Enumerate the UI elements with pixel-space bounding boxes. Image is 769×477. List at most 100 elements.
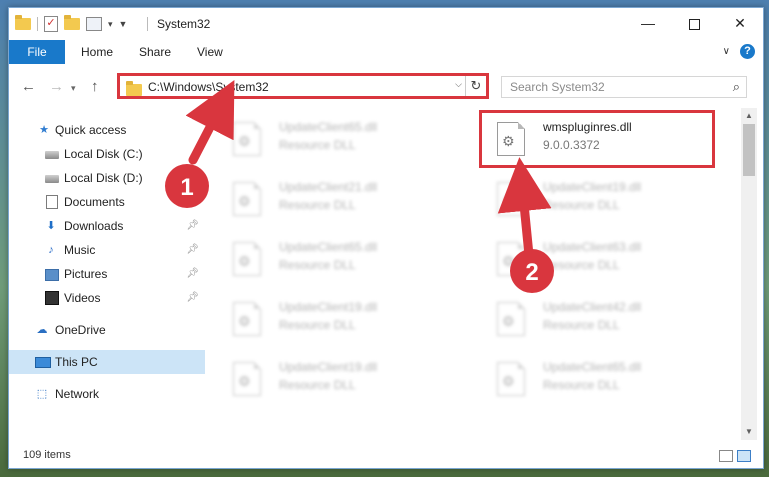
- file-name: UpdateClient19.dll: [543, 180, 642, 194]
- pin-icon[interactable]: 📌︎: [186, 214, 199, 238]
- file-description: Resource DLL: [279, 258, 356, 272]
- file-name: UpdateClient19.dll: [279, 360, 378, 374]
- dll-file-icon: ⚙: [497, 242, 525, 276]
- pin-icon[interactable]: 📌︎: [186, 286, 199, 310]
- tab-file[interactable]: File: [9, 40, 65, 64]
- file-description: Resource DLL: [543, 378, 620, 392]
- sidebar-item-label: Videos: [64, 291, 101, 305]
- maximize-icon: [688, 18, 700, 30]
- address-bar[interactable]: ⌵ ↻: [117, 73, 489, 99]
- file-item[interactable]: ⚙ UpdateClient65.dll Resource DLL: [215, 232, 451, 284]
- file-name: UpdateClient63.dll: [543, 240, 642, 254]
- this-pc-icon: [35, 357, 51, 368]
- disk-icon: [45, 151, 59, 159]
- up-arrow-icon[interactable]: ↑: [91, 78, 99, 95]
- dll-file-icon: ⚙: [497, 302, 525, 336]
- dll-file-icon: ⚙: [233, 122, 261, 156]
- expand-ribbon-icon[interactable]: ∨: [723, 46, 730, 57]
- music-icon: ♪: [48, 244, 54, 256]
- tab-share[interactable]: Share: [139, 40, 171, 64]
- view-toggle: [719, 450, 751, 462]
- maximize-button[interactable]: [671, 8, 717, 38]
- sidebar-item-pictures[interactable]: Pictures 📌︎: [9, 262, 205, 286]
- pictures-icon: [45, 269, 59, 281]
- pin-icon[interactable]: 📌︎: [186, 238, 199, 262]
- forward-arrow-icon[interactable]: →: [49, 78, 64, 95]
- sidebar-item-label: Network: [55, 387, 100, 401]
- sidebar-item-label: Downloads: [64, 219, 124, 233]
- search-box[interactable]: ⌕: [501, 76, 747, 98]
- file-item[interactable]: ⚙ UpdateClient63.dll Resource DLL: [479, 232, 715, 284]
- onedrive-icon: ☁: [36, 324, 48, 336]
- properties-check-icon[interactable]: ✓: [44, 16, 58, 32]
- sidebar-item-network[interactable]: ⬚ Network: [9, 382, 205, 406]
- sidebar-item-label: Documents: [64, 195, 125, 209]
- file-description: Resource DLL: [279, 318, 356, 332]
- file-item[interactable]: ⚙ UpdateClient21.dll Resource DLL: [215, 172, 451, 224]
- file-description: Resource DLL: [279, 138, 356, 152]
- tab-view[interactable]: View: [197, 40, 223, 64]
- sidebar-item-onedrive[interactable]: ☁ OneDrive: [9, 318, 205, 342]
- scroll-thumb[interactable]: [743, 124, 755, 176]
- sidebar-item-label: Music: [64, 243, 96, 257]
- file-description: Resource DLL: [279, 378, 356, 392]
- sidebar-item-downloads[interactable]: ⬇ Downloads 📌︎: [9, 214, 205, 238]
- recent-locations-icon[interactable]: ▾: [71, 83, 76, 94]
- chevron-down-icon[interactable]: ▾: [108, 19, 113, 30]
- folder-icon: [15, 15, 31, 30]
- sidebar-item-local-disk-d[interactable]: Local Disk (D:): [9, 166, 205, 190]
- dll-file-icon: ⚙: [497, 362, 525, 396]
- sidebar-item-quick-access[interactable]: ★ Quick access: [9, 118, 205, 142]
- help-icon[interactable]: ?: [740, 44, 755, 59]
- file-item[interactable]: ⚙ UpdateClient19.dll Resource DLL: [215, 292, 451, 344]
- title-divider: [147, 17, 148, 31]
- file-name: UpdateClient65.dll: [279, 120, 378, 134]
- back-arrow-icon[interactable]: ←: [21, 78, 36, 95]
- pin-icon[interactable]: 📌︎: [186, 262, 199, 286]
- window-title: System32: [157, 17, 211, 31]
- scroll-up-icon[interactable]: ▲: [741, 108, 757, 124]
- search-icon[interactable]: ⌕: [733, 79, 740, 95]
- sidebar-item-label: This PC: [55, 355, 98, 369]
- view-options-icon[interactable]: [86, 17, 102, 31]
- sidebar-item-videos[interactable]: Videos 📌︎: [9, 286, 205, 310]
- file-name: UpdateClient65.dll: [279, 240, 378, 254]
- file-description: Resource DLL: [279, 198, 356, 212]
- search-input[interactable]: [510, 79, 710, 95]
- toolbar-divider: [37, 17, 38, 31]
- address-input[interactable]: [148, 78, 448, 96]
- minimize-button[interactable]: —: [625, 8, 671, 38]
- new-folder-icon[interactable]: [64, 15, 80, 30]
- refresh-icon[interactable]: ↻: [465, 76, 486, 96]
- disk-icon: [45, 175, 59, 183]
- file-item[interactable]: ⚙ UpdateClient65.dll Resource DLL: [479, 352, 715, 404]
- scroll-down-icon[interactable]: ▼: [741, 424, 757, 440]
- sidebar-item-label: OneDrive: [55, 323, 106, 337]
- sidebar-item-local-disk-c[interactable]: Local Disk (C:): [9, 142, 205, 166]
- network-icon: ⬚: [36, 388, 48, 400]
- tiles-view-icon[interactable]: [737, 450, 751, 462]
- navigation-pane: ★ Quick access Local Disk (C:) Local Dis…: [9, 108, 205, 440]
- file-item[interactable]: ⚙ UpdateClient19.dll Resource DLL: [479, 172, 715, 224]
- close-button[interactable]: ✕: [717, 8, 763, 38]
- file-item[interactable]: ⚙ UpdateClient42.dll Resource DLL: [479, 292, 715, 344]
- chevron-down-icon[interactable]: ⌵: [455, 79, 462, 90]
- file-item[interactable]: ⚙ UpdateClient65.dll Resource DLL: [215, 112, 451, 164]
- file-item[interactable]: ⚙ UpdateClient19.dll Resource DLL: [215, 352, 451, 404]
- file-name: UpdateClient21.dll: [279, 180, 378, 194]
- details-view-icon[interactable]: [719, 450, 733, 462]
- ribbon-tabs: File Home Share View ∨ ?: [9, 40, 763, 65]
- sidebar-item-label: Local Disk (D:): [64, 171, 143, 185]
- dll-file-icon: ⚙: [233, 242, 261, 276]
- dll-file-icon: ⚙: [233, 302, 261, 336]
- customize-toolbar-icon[interactable]: ▼: [119, 19, 128, 29]
- sidebar-item-documents[interactable]: Documents: [9, 190, 205, 214]
- tab-home[interactable]: Home: [81, 40, 113, 64]
- sidebar-item-label: Pictures: [64, 267, 108, 281]
- sidebar-item-music[interactable]: ♪ Music 📌︎: [9, 238, 205, 262]
- vertical-scrollbar[interactable]: ▲ ▼: [741, 108, 757, 440]
- file-list: ⚙ UpdateClient65.dll Resource DLL ⚙ Upda…: [215, 108, 739, 440]
- title-bar: ✓ ▾ ▼ System32 — ✕: [9, 8, 763, 40]
- sidebar-item-this-pc[interactable]: This PC: [9, 350, 205, 374]
- quick-access-toolbar: ✓ ▾ ▼: [15, 15, 128, 32]
